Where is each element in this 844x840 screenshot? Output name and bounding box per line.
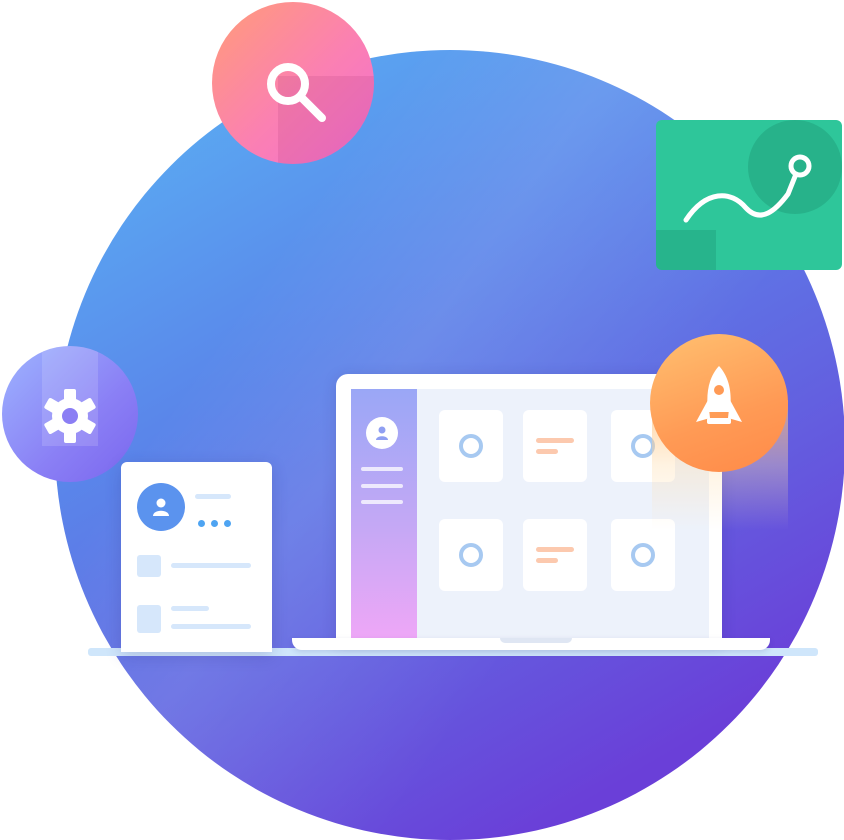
sidebar-item bbox=[361, 500, 403, 504]
sidebar-item bbox=[361, 467, 403, 471]
rocket-icon bbox=[696, 366, 742, 424]
contact-row-line bbox=[171, 606, 209, 611]
dot bbox=[211, 520, 218, 527]
more-dots-icon bbox=[198, 520, 231, 527]
tile-bar bbox=[536, 449, 558, 454]
search-icon bbox=[267, 63, 326, 122]
sidebar-avatar bbox=[366, 417, 398, 449]
trend-line-icon bbox=[683, 154, 812, 223]
contact-row-icon bbox=[137, 605, 161, 633]
tile-bar bbox=[536, 438, 574, 443]
ring-icon bbox=[459, 543, 483, 567]
rocket-bubble bbox=[650, 334, 788, 472]
bars-icon bbox=[536, 438, 574, 454]
search-bubble bbox=[212, 2, 374, 164]
chart-card bbox=[656, 120, 842, 270]
tile-bar bbox=[536, 547, 574, 552]
contact-name-line bbox=[195, 494, 231, 499]
chart-card-shade bbox=[656, 230, 716, 270]
tile-bar bbox=[536, 558, 558, 563]
contact-row-line bbox=[171, 563, 251, 568]
dot bbox=[198, 520, 205, 527]
settings-bubble bbox=[2, 346, 138, 482]
ring-icon bbox=[459, 434, 483, 458]
dashboard-tile bbox=[523, 519, 587, 591]
laptop-notch bbox=[500, 638, 572, 643]
user-icon bbox=[376, 426, 388, 440]
contact-row-icon bbox=[137, 555, 161, 577]
user-icon bbox=[153, 498, 169, 516]
contact-row-line bbox=[171, 624, 251, 629]
dashboard-tile bbox=[439, 410, 503, 482]
gear-icon bbox=[44, 389, 96, 443]
dot bbox=[224, 520, 231, 527]
bars-icon bbox=[536, 547, 574, 563]
dashboard-tile bbox=[523, 410, 587, 482]
sidebar-item bbox=[361, 484, 403, 488]
ring-icon bbox=[631, 543, 655, 567]
dashboard-tile bbox=[439, 519, 503, 591]
contact-avatar bbox=[137, 483, 185, 531]
